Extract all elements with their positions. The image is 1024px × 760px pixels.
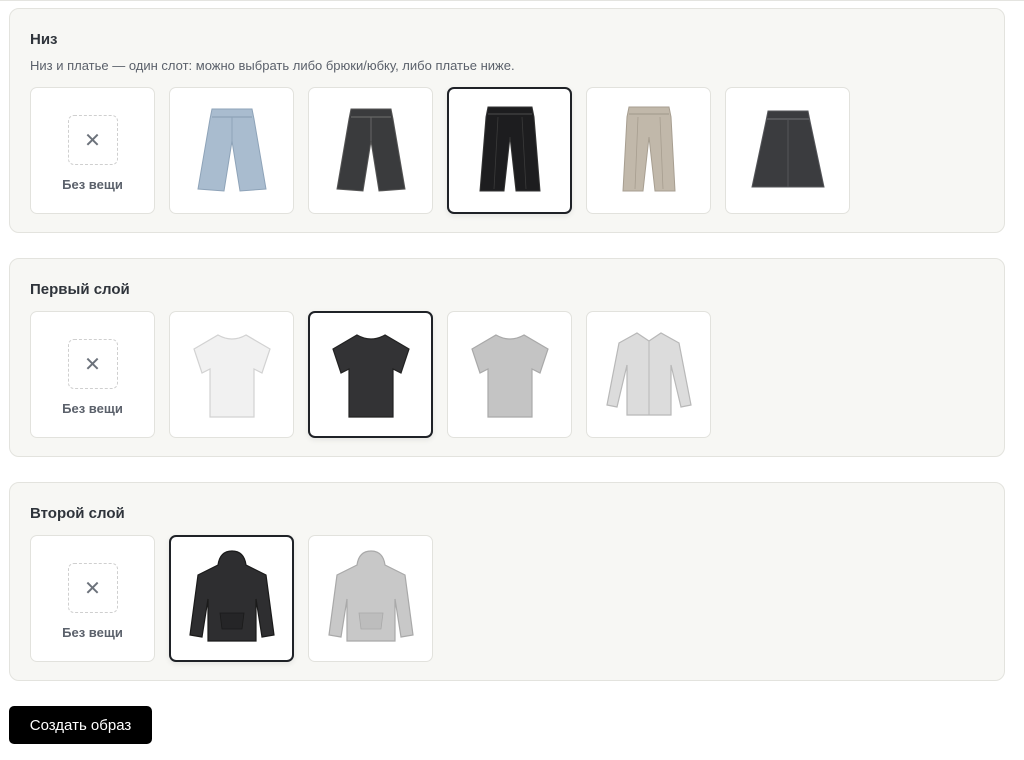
item-list: ✕ Без вещи [30, 311, 711, 438]
section-title: Первый слой [30, 281, 130, 298]
item-card-black-trousers[interactable] [447, 87, 572, 214]
item-card-white-tshirt[interactable] [169, 311, 294, 438]
item-card-beige-trousers[interactable] [586, 87, 711, 214]
light-shirt-icon [605, 331, 692, 416]
white-tshirt-icon [192, 333, 271, 418]
grey-hoodie-icon [327, 549, 414, 642]
no-item-card[interactable]: ✕ Без вещи [30, 535, 155, 662]
item-list: ✕ Без вещи [30, 87, 850, 214]
no-item-label: Без вещи [62, 625, 123, 640]
section-bottom: Низ Низ и платье — один слот: можно выбр… [9, 8, 1005, 233]
item-card-black-tshirt[interactable] [308, 311, 433, 438]
light-wide-jeans-icon [196, 108, 267, 192]
black-tshirt-icon [331, 333, 410, 418]
section-second-layer: Второй слой ✕ Без вещи [9, 482, 1005, 681]
no-item-label: Без вещи [62, 401, 123, 416]
no-item-card[interactable]: ✕ Без вещи [30, 311, 155, 438]
section-hint: Низ и платье — один слот: можно выбрать … [30, 58, 515, 73]
grey-tshirt-icon [470, 333, 549, 418]
create-outfit-button[interactable]: Создать образ [9, 706, 152, 744]
section-title: Низ [30, 31, 58, 48]
item-card-grey-tshirt[interactable] [447, 311, 572, 438]
item-card-black-hoodie[interactable] [169, 535, 294, 662]
section-title: Второй слой [30, 505, 125, 522]
no-item-label: Без вещи [62, 177, 123, 192]
item-card-denim-skirt[interactable] [725, 87, 850, 214]
item-card-grey-hoodie[interactable] [308, 535, 433, 662]
beige-trousers-icon [621, 106, 676, 191]
dark-wide-jeans-icon [335, 108, 406, 192]
no-item-card[interactable]: ✕ Без вещи [30, 87, 155, 214]
black-hoodie-icon [188, 549, 275, 642]
close-icon: ✕ [67, 339, 118, 389]
item-card-light-jeans[interactable] [169, 87, 294, 214]
denim-skirt-icon [750, 110, 825, 187]
section-first-layer: Первый слой ✕ Без вещи [9, 258, 1005, 457]
close-icon: ✕ [67, 115, 118, 165]
black-pleated-trousers-icon [478, 106, 541, 191]
item-card-dark-jeans[interactable] [308, 87, 433, 214]
item-card-light-shirt[interactable] [586, 311, 711, 438]
close-icon: ✕ [67, 563, 118, 613]
item-list: ✕ Без вещи [30, 535, 433, 662]
top-divider [0, 0, 1024, 8]
